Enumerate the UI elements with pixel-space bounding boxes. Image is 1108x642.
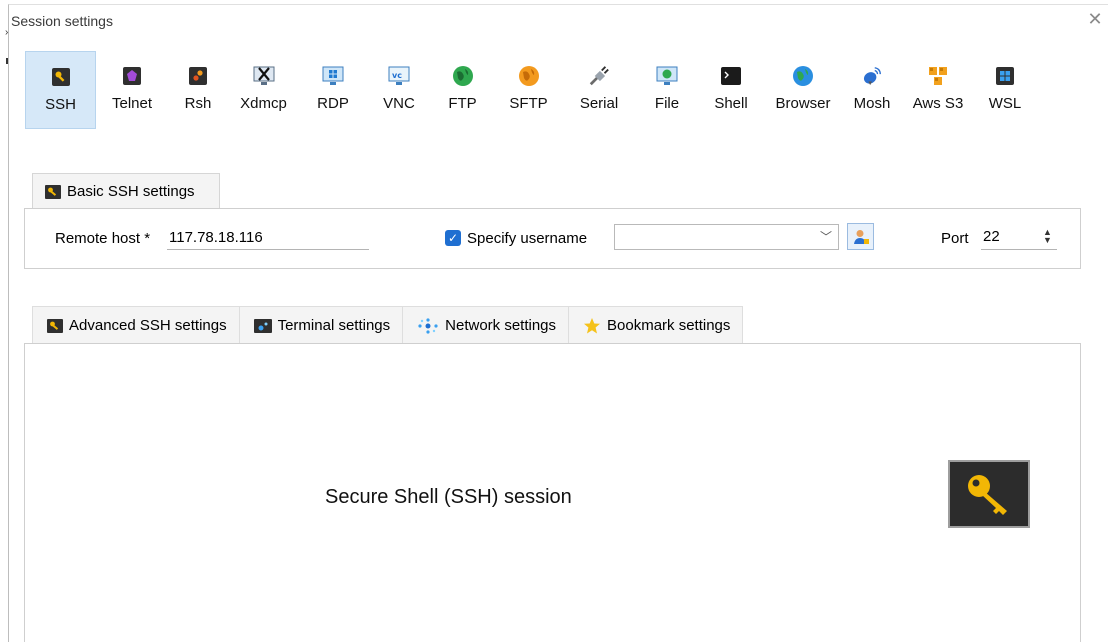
svg-text:vc: vc (392, 71, 402, 80)
protocol-vnc-button[interactable]: vc VNC (367, 51, 431, 129)
protocol-ftp-button[interactable]: FTP (431, 51, 494, 129)
protocol-label: Mosh (853, 95, 891, 112)
protocol-label: SFTP (509, 95, 548, 112)
tab-basic-ssh-settings[interactable]: Basic SSH settings (32, 173, 220, 209)
protocol-label: Rsh (184, 95, 212, 112)
protocol-shell-button[interactable]: Shell (699, 51, 763, 129)
ftp-globe-icon (452, 65, 474, 87)
session-description-panel: Secure Shell (SSH) session (24, 343, 1081, 642)
protocol-label: Telnet (111, 95, 153, 112)
remote-host-input[interactable] (167, 226, 369, 250)
user-manager-button[interactable] (847, 223, 874, 250)
file-monitor-icon (656, 65, 678, 87)
tab-label: Network settings (445, 317, 557, 334)
protocol-rsh-button[interactable]: Rsh (168, 51, 228, 129)
protocol-toolbar: SSH Telnet Rsh Xdmcp RDP vc VNC FTP SFTP… (25, 51, 1035, 131)
terminal-icon (253, 318, 272, 333)
rdp-monitor-icon (322, 65, 344, 87)
protocol-serial-button[interactable]: Serial (563, 51, 635, 129)
basic-settings-panel: Remote host * ✓ Specify username ﹀ Port … (24, 208, 1081, 269)
port-spinner[interactable]: ▲ ▼ (1043, 228, 1052, 245)
specify-username-label: Specify username (467, 230, 588, 247)
username-select[interactable]: ﹀ (614, 224, 839, 250)
protocol-label: FTP (448, 95, 477, 112)
title-bar: Session settings ✕ (9, 5, 1108, 37)
remote-host-label: Remote host * (55, 230, 151, 247)
protocol-label: Aws S3 (912, 95, 964, 112)
tab-advanced-ssh-settings[interactable]: Advanced SSH settings (32, 306, 240, 344)
protocol-label: VNC (383, 95, 415, 112)
wsl-windows-icon (994, 65, 1016, 87)
protocol-xdmcp-button[interactable]: Xdmcp (228, 51, 299, 129)
protocol-label: Xdmcp (240, 95, 287, 112)
ssh-key-icon (948, 460, 1030, 528)
session-settings-dialog: Session settings ✕ SSH Telnet Rsh Xdmcp … (8, 4, 1108, 642)
aws-s3-icon (927, 65, 949, 87)
session-description: Secure Shell (SSH) session (325, 486, 572, 508)
protocol-ssh-button[interactable]: SSH (25, 51, 96, 129)
tab-terminal-settings[interactable]: Terminal settings (238, 306, 404, 344)
xdmcp-icon (253, 65, 275, 87)
tab-bookmark-settings[interactable]: Bookmark settings (568, 306, 744, 344)
ssh-key-icon (45, 184, 61, 199)
protocol-mosh-button[interactable]: Mosh (843, 51, 901, 129)
protocol-rdp-button[interactable]: RDP (299, 51, 367, 129)
tab-label: Basic SSH settings (67, 183, 195, 200)
protocol-aws-s3-button[interactable]: Aws S3 (901, 51, 975, 129)
ssh-key-icon (47, 318, 63, 333)
protocol-telnet-button[interactable]: Telnet (96, 51, 168, 129)
shell-terminal-icon (720, 65, 742, 87)
protocol-label: Serial (579, 95, 619, 112)
rsh-icon (187, 65, 209, 87)
background-window-edge: › (0, 0, 8, 641)
network-icon (417, 317, 439, 334)
browser-globe-icon (792, 65, 814, 87)
protocol-sftp-button[interactable]: SFTP (494, 51, 563, 129)
protocol-browser-button[interactable]: Browser (763, 51, 843, 129)
chevron-down-icon[interactable]: ﹀ (820, 228, 832, 245)
protocol-label: Shell (714, 95, 748, 112)
serial-plug-icon (588, 65, 610, 87)
telnet-icon (121, 65, 143, 87)
ssh-key-icon (50, 66, 72, 88)
protocol-label: RDP (317, 95, 349, 112)
protocol-label: WSL (988, 95, 1022, 112)
sftp-globe-icon (518, 65, 540, 87)
protocol-file-button[interactable]: File (635, 51, 699, 129)
specify-username-checkbox[interactable]: ✓ (445, 230, 461, 246)
close-icon[interactable]: ✕ (1083, 7, 1107, 31)
user-icon (853, 229, 869, 244)
vnc-monitor-icon: vc (388, 65, 410, 87)
star-icon (583, 317, 601, 335)
tab-network-settings[interactable]: Network settings (402, 306, 570, 344)
protocol-label: SSH (45, 96, 76, 113)
tab-label: Advanced SSH settings (69, 317, 227, 334)
protocol-label: Browser (775, 95, 831, 112)
mosh-satellite-icon (861, 65, 883, 87)
port-label: Port (941, 230, 969, 247)
dialog-title: Session settings (11, 13, 113, 29)
tab-label: Bookmark settings (607, 317, 731, 334)
tab-label: Terminal settings (277, 317, 391, 334)
protocol-wsl-button[interactable]: WSL (975, 51, 1035, 129)
protocol-label: File (654, 95, 680, 112)
settings-tab-strip: Advanced SSH settings Terminal settings … (32, 306, 744, 344)
